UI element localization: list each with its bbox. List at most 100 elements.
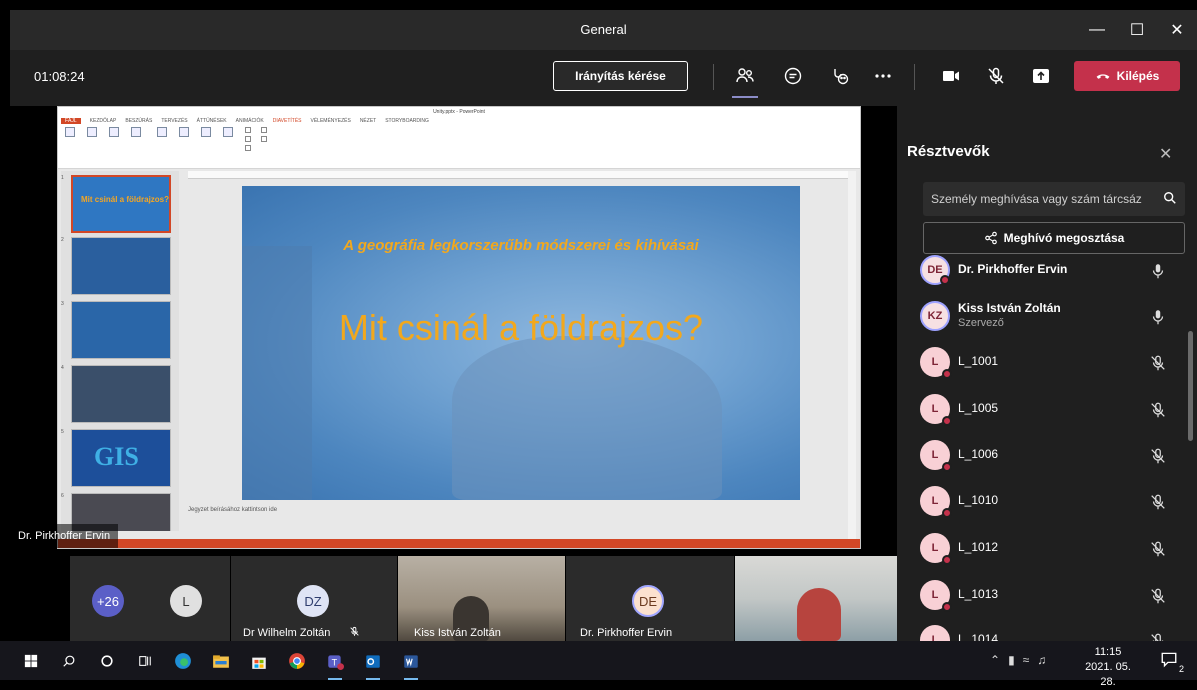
participant-name: L_1014: [958, 632, 999, 641]
participant-row[interactable]: L L_1010: [897, 479, 1187, 525]
ppt-tab[interactable]: ÁTTŰNÉSEK: [197, 118, 227, 124]
clock-time: 11:15: [1094, 646, 1122, 658]
slide-title: Mit csinál a földrajzos?: [338, 307, 704, 348]
ppt-checkbox[interactable]: [245, 145, 253, 152]
ppt-tab[interactable]: KEZDŐLAP: [90, 118, 117, 124]
leave-button[interactable]: Kilépés: [1074, 61, 1180, 91]
more-options-icon[interactable]: [870, 63, 896, 89]
participant-row[interactable]: L L_1014: [897, 618, 1187, 641]
current-slide: A geográfia legkorszerűbb módszerei és k…: [242, 186, 800, 500]
participant-row[interactable]: L L_1013: [897, 573, 1187, 619]
search-icon[interactable]: [58, 650, 80, 672]
avatar: L: [920, 533, 952, 565]
slide-thumbnail[interactable]: [71, 365, 171, 423]
overflow-tile[interactable]: +26 L: [70, 556, 230, 641]
network-icon[interactable]: ≈: [1023, 653, 1030, 667]
avatar: L: [920, 347, 952, 379]
chevron-up-icon[interactable]: ⌃: [990, 653, 1000, 667]
phone-hangup-icon: [1096, 74, 1110, 79]
microphone-muted-icon: [1151, 633, 1164, 641]
slide-thumbnail[interactable]: [71, 301, 171, 359]
video-tile[interactable]: DE Dr. Pirkhoffer Ervin: [566, 556, 734, 641]
share-screen-icon[interactable]: [1028, 63, 1054, 89]
slide-thumbnails: 1 Mit csinál a földrajzos? 2 3 4 5 GIS 6: [61, 171, 179, 531]
system-tray: ⌃ ▮ ≈ ♫: [990, 653, 1046, 667]
chat-icon[interactable]: [780, 63, 806, 89]
video-tile[interactable]: [735, 556, 897, 641]
close-icon[interactable]: ✕: [1159, 144, 1172, 164]
ppt-ribbon-button[interactable]: [153, 127, 171, 137]
ppt-ribbon-button[interactable]: [127, 127, 145, 137]
ppt-tab[interactable]: BESZÚRÁS: [125, 118, 152, 124]
store-icon[interactable]: [248, 650, 270, 672]
avatar: L: [920, 625, 950, 641]
ppt-ribbon-area: Unity.pptx - PowerPoint FÁJL KEZDŐLAP BE…: [58, 107, 860, 169]
video-tile[interactable]: Kiss István Zoltán: [398, 556, 565, 641]
ppt-ribbon-button[interactable]: [83, 127, 101, 137]
ppt-scrollbar[interactable]: [848, 171, 856, 541]
meeting-timer: 01:08:24: [34, 69, 85, 84]
ppt-ribbon-button[interactable]: [105, 127, 123, 137]
close-window-button[interactable]: ✕: [1157, 10, 1197, 50]
panel-title: Résztvevők: [907, 143, 990, 160]
ppt-checkbox[interactable]: [261, 127, 269, 134]
ppt-ribbon-button[interactable]: [197, 127, 215, 137]
maximize-button[interactable]: ☐: [1117, 10, 1157, 50]
taskbar-clock[interactable]: 11:15 2021. 05. 28.: [1078, 645, 1138, 690]
request-control-button[interactable]: Irányítás kérése: [553, 61, 688, 91]
reactions-icon[interactable]: [827, 63, 853, 89]
share-invite-button[interactable]: Meghívó megosztása: [923, 222, 1185, 254]
participant-row[interactable]: DE Dr. Pirkhoffer Ervin: [897, 254, 1187, 294]
participant-name: L_1013: [958, 587, 999, 601]
outlook-icon[interactable]: [362, 650, 384, 680]
ppt-tab[interactable]: TERVEZÉS: [161, 118, 187, 124]
ppt-tab[interactable]: NÉZET: [360, 118, 376, 124]
ppt-checkbox-group: [261, 127, 269, 163]
camera-icon[interactable]: [938, 63, 964, 89]
participant-row[interactable]: L L_1001: [897, 340, 1187, 386]
ppt-tab[interactable]: STORYBOARDING: [385, 118, 429, 124]
slide-thumbnail[interactable]: [71, 237, 171, 295]
file-explorer-icon[interactable]: [210, 650, 232, 672]
presenter-name-tag: Dr. Pirkhoffer Ervin: [10, 524, 119, 548]
teams-icon[interactable]: T: [324, 650, 346, 680]
panel-scrollbar[interactable]: [1188, 331, 1193, 441]
notes-placeholder[interactable]: Jegyzet beírásához kattintson ide: [188, 507, 277, 513]
volume-icon[interactable]: ♫: [1037, 653, 1046, 667]
ppt-ribbon-button[interactable]: [219, 127, 237, 137]
ppt-tab[interactable]: ANIMÁCIÓK: [236, 118, 264, 124]
edge-icon[interactable]: [172, 650, 194, 672]
microphone-muted-icon[interactable]: [983, 63, 1009, 89]
participants-icon[interactable]: [732, 63, 758, 89]
slide-thumbnail[interactable]: GIS: [71, 429, 171, 487]
participant-row[interactable]: L L_1006: [897, 433, 1187, 479]
window-title: General: [580, 22, 627, 37]
ppt-checkbox[interactable]: [245, 127, 253, 134]
ppt-checkbox[interactable]: [261, 136, 269, 143]
ppt-ribbon-button[interactable]: [61, 127, 79, 137]
slide-background-shape: [452, 336, 722, 500]
video-tile[interactable]: DZ Dr Wilhelm Zoltán: [231, 556, 397, 641]
battery-icon[interactable]: ▮: [1008, 653, 1015, 667]
participant-row[interactable]: L L_1012: [897, 526, 1187, 572]
active-indicator: [732, 96, 758, 98]
chrome-icon[interactable]: [286, 650, 308, 672]
ppt-ribbon-button[interactable]: [175, 127, 193, 137]
participant-row[interactable]: KZ Kiss István Zoltán Szervező: [897, 294, 1187, 340]
ppt-tab[interactable]: VÉLEMÉNYEZÉS: [311, 118, 351, 124]
ppt-tab[interactable]: DIAVETÍTÉS: [273, 118, 302, 124]
invite-search-input[interactable]: Személy meghívása vagy szám tárcsáz: [923, 182, 1185, 216]
slide-thumbnail[interactable]: Mit csinál a földrajzos?: [71, 175, 171, 233]
ppt-tab[interactable]: FÁJL: [61, 118, 81, 124]
shared-screen: Unity.pptx - PowerPoint FÁJL KEZDŐLAP BE…: [10, 106, 899, 556]
ppt-checkbox[interactable]: [245, 136, 253, 143]
cortana-icon[interactable]: [96, 650, 118, 672]
notification-center-icon[interactable]: 2: [1160, 650, 1184, 674]
video-gallery: +26 L DZ Dr Wilhelm Zoltán Kiss István Z…: [10, 556, 897, 641]
task-view-icon[interactable]: [134, 650, 156, 672]
minimize-button[interactable]: —: [1077, 10, 1117, 50]
search-placeholder: Személy meghívása vagy szám tárcsáz: [931, 192, 1142, 206]
participant-row[interactable]: L L_1005: [897, 387, 1187, 433]
windows-start-icon[interactable]: [20, 650, 42, 672]
word-icon[interactable]: [400, 650, 422, 680]
